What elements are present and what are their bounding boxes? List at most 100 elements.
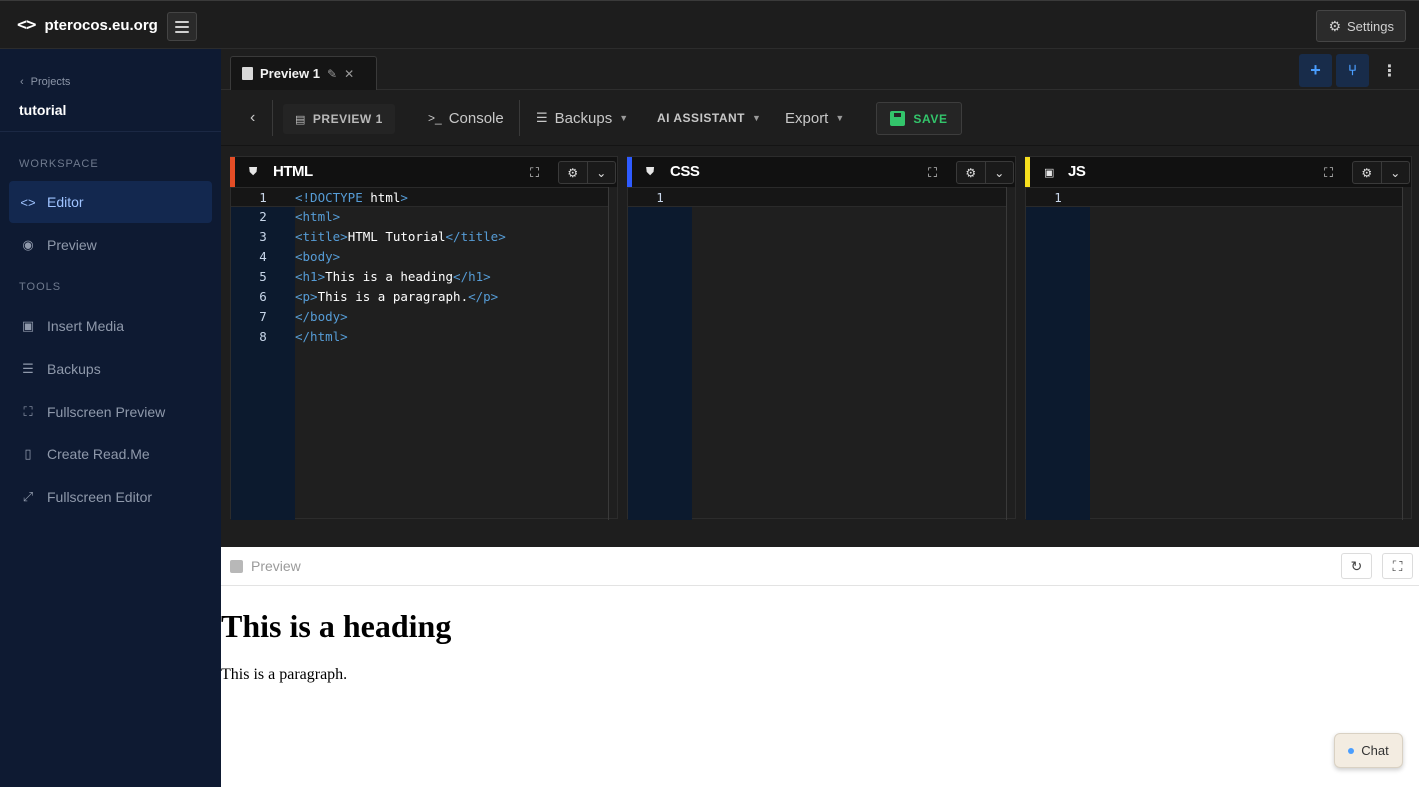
gear-icon[interactable]: ⚙ <box>957 162 985 183</box>
code-line[interactable]: 1 <!DOCTYPE html> <box>231 187 608 207</box>
backups-dropdown[interactable]: ☰ Backups ▼ <box>536 90 628 146</box>
refresh-preview-button[interactable]: ↻ <box>1341 553 1372 579</box>
more-options-button[interactable]: ⋮ <box>1373 54 1406 87</box>
collapse-sidebar-button[interactable]: ‹ <box>250 90 255 146</box>
code-token: </html> <box>295 329 348 344</box>
code-text: <body> <box>295 247 340 267</box>
sidebar-item-label: Fullscreen Editor <box>47 489 153 505</box>
sidebar-item-editor[interactable]: <> Editor <box>9 181 212 223</box>
code-area[interactable]: 1 <box>1026 187 1402 520</box>
console-button[interactable]: >_ Console <box>428 90 504 146</box>
line-number: 1 <box>656 190 664 205</box>
save-label: SAVE <box>913 111 948 126</box>
sidebar-item-backups[interactable]: ☰ Backups <box>9 348 212 390</box>
html5-icon: ⛊ <box>249 166 258 178</box>
code-area[interactable]: 1 <box>628 187 1006 520</box>
code-line[interactable]: 2 <html> <box>231 207 608 227</box>
code-token: </body> <box>295 309 348 324</box>
sidebar-item-fullscreen-preview[interactable]: ⛶ Fullscreen Preview <box>9 391 212 433</box>
ai-assistant-label: AI ASSISTANT <box>657 111 746 125</box>
sidebar-item-create-readme[interactable]: ▯ Create Read.Me <box>9 433 212 475</box>
expand-icon[interactable]: ⛶ <box>530 165 539 181</box>
gear-icon[interactable]: ⚙ <box>1353 162 1381 183</box>
js-editor-panel[interactable]: ▣ JS ⛶ ⚙ ⌄ 1 <box>1025 156 1412 520</box>
line-number: 2 <box>259 209 267 224</box>
fullscreen-preview-button[interactable]: ⛶ <box>1382 553 1413 579</box>
sidebar-item-label: Preview <box>47 237 97 253</box>
chevron-down-icon: ▼ <box>752 113 762 123</box>
code-text: <h1>This is a heading</h1> <box>295 267 491 287</box>
sidebar-item-preview[interactable]: ◉ Preview <box>9 224 212 266</box>
brand[interactable]: <> pterocos.eu.org <box>17 15 158 35</box>
ai-assistant-dropdown[interactable]: AI ASSISTANT ▼ <box>657 90 761 146</box>
settings-button[interactable]: ⚙ Settings <box>1316 10 1406 42</box>
code-line[interactable]: 6 <p>This is a paragraph.</p> <box>231 287 608 307</box>
code-token: <!DOCTYPE <box>295 190 371 205</box>
fullscreen-icon: ⛶ <box>23 404 33 419</box>
line-number: 8 <box>259 329 267 344</box>
more-vertical-icon: ⋮ <box>1381 62 1398 80</box>
code-area[interactable]: 1 <!DOCTYPE html> 2 <html> 3 <title>HTML Tuto… <box>231 187 608 520</box>
edit-icon[interactable]: ✎ <box>327 67 337 81</box>
export-dropdown[interactable]: Export ▼ <box>785 90 844 146</box>
top-bar: <> pterocos.eu.org ⚙ Settings <box>0 0 1419 49</box>
panel-accent <box>230 157 235 187</box>
eye-icon: ◉ <box>22 237 34 252</box>
preview-frame[interactable]: This is a heading This is a paragraph. <box>221 586 1419 787</box>
breadcrumb[interactable]: ‹ Projects <box>20 76 70 88</box>
close-icon[interactable]: ✕ <box>344 67 354 81</box>
code-token: This is a paragraph. <box>317 289 469 304</box>
code-line[interactable]: 7 </body> <box>231 307 608 327</box>
scrollbar[interactable] <box>1006 187 1015 520</box>
book-icon: ▯ <box>24 446 32 461</box>
add-tab-button[interactable]: + <box>1299 54 1332 87</box>
line-number: 3 <box>259 229 267 244</box>
code-token: <html> <box>295 209 341 224</box>
chat-button[interactable]: Chat <box>1334 733 1403 768</box>
chevron-down-icon[interactable]: ⌄ <box>1380 162 1410 183</box>
code-token: <p> <box>295 289 318 304</box>
refresh-icon: ↻ <box>1350 557 1363 574</box>
expand-icon: ⤢ <box>22 489 34 504</box>
terminal-icon: >_ <box>428 111 442 125</box>
panel-settings-control[interactable]: ⚙ ⌄ <box>1352 161 1410 184</box>
expand-icon[interactable]: ⛶ <box>1324 165 1333 181</box>
panel-settings-control[interactable]: ⚙ ⌄ <box>956 161 1014 184</box>
export-label: Export <box>785 109 829 127</box>
sidebar-item-insert-media[interactable]: ▣ Insert Media <box>9 305 212 347</box>
line-number: 1 <box>1054 190 1062 205</box>
scrollbar[interactable] <box>1402 187 1411 520</box>
panel-settings-control[interactable]: ⚙ ⌄ <box>558 161 616 184</box>
gear-icon[interactable]: ⚙ <box>559 162 587 183</box>
css-editor-panel[interactable]: ⛊ CSS ⛶ ⚙ ⌄ 1 <box>627 156 1016 520</box>
panel-header: ▣ JS ⛶ ⚙ ⌄ <box>1025 157 1411 187</box>
menu-toggle-button[interactable] <box>167 12 197 41</box>
code-line[interactable]: 5 <h1>This is a heading</h1> <box>231 267 608 287</box>
code-line[interactable]: 1 <box>1026 187 1402 207</box>
code-line[interactable]: 3 <title>HTML Tutorial</title> <box>231 227 608 247</box>
preview-name-label: PREVIEW 1 <box>312 112 383 126</box>
sidebar-item-fullscreen-editor[interactable]: ⤢ Fullscreen Editor <box>9 476 212 518</box>
panel-header: ⛊ CSS ⛶ ⚙ ⌄ <box>627 157 1015 187</box>
tab-preview-1[interactable]: Preview 1 ✎ ✕ <box>230 56 377 90</box>
preview-name-button[interactable]: ▤ PREVIEW 1 <box>283 104 395 134</box>
expand-icon[interactable]: ⛶ <box>928 165 937 181</box>
database-icon: ☰ <box>536 110 548 125</box>
code-line[interactable]: 1 <box>628 187 1006 207</box>
panel-title: HTML <box>273 163 313 180</box>
preview-paragraph: This is a paragraph. <box>221 666 348 683</box>
file-icon <box>242 67 253 80</box>
html-editor-panel[interactable]: ⛊ HTML ⛶ ⚙ ⌄ 1 <!DOCTYPE html> 2 <html> 3 <ti… <box>230 156 618 520</box>
save-button[interactable]: SAVE <box>876 102 962 135</box>
chevron-down-icon[interactable]: ⌄ <box>984 162 1014 183</box>
chevron-down-icon[interactable]: ⌄ <box>586 162 616 183</box>
code-line[interactable]: 8 </html> <box>231 327 608 347</box>
preview-title: Preview <box>230 558 301 574</box>
code-text: </body> <box>295 307 348 327</box>
fullscreen-icon: ⛶ <box>1392 557 1403 574</box>
branch-button[interactable]: ⑂ <box>1336 54 1369 87</box>
code-line[interactable]: 4 <body> <box>231 247 608 267</box>
sidebar-item-label: Fullscreen Preview <box>47 404 166 420</box>
sidebar-item-label: Insert Media <box>47 318 125 334</box>
scrollbar[interactable] <box>608 187 617 520</box>
